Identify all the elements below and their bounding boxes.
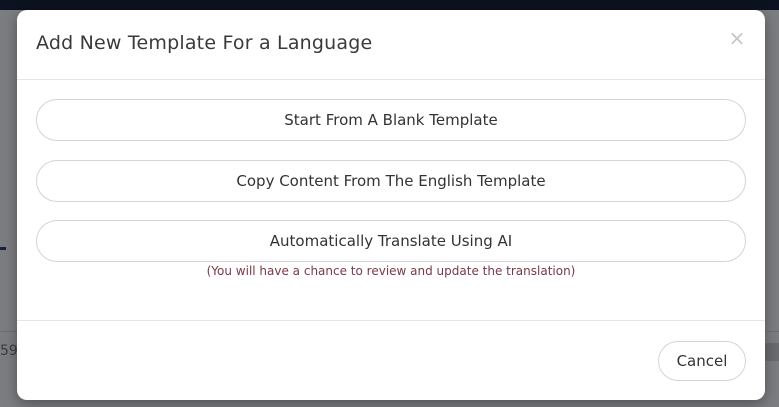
- modal-body: Start From A Blank Template Copy Content…: [17, 80, 765, 320]
- modal-title: Add New Template For a Language: [36, 32, 373, 54]
- cancel-button[interactable]: Cancel: [658, 341, 746, 381]
- modal-header: Add New Template For a Language ×: [17, 10, 765, 80]
- background-accent: [0, 247, 6, 250]
- translate-using-ai-button[interactable]: Automatically Translate Using AI: [36, 220, 746, 262]
- close-icon[interactable]: ×: [727, 28, 747, 48]
- copy-english-template-button[interactable]: Copy Content From The English Template: [36, 160, 746, 202]
- background-topbar: [0, 0, 779, 10]
- background-text: 59: [0, 343, 18, 359]
- start-blank-template-button[interactable]: Start From A Blank Template: [36, 99, 746, 141]
- translation-hint: (You will have a chance to review and up…: [206, 264, 576, 278]
- background-edge: [765, 343, 779, 361]
- modal-footer: Cancel: [17, 320, 765, 400]
- add-template-modal: Add New Template For a Language × Start …: [17, 10, 765, 400]
